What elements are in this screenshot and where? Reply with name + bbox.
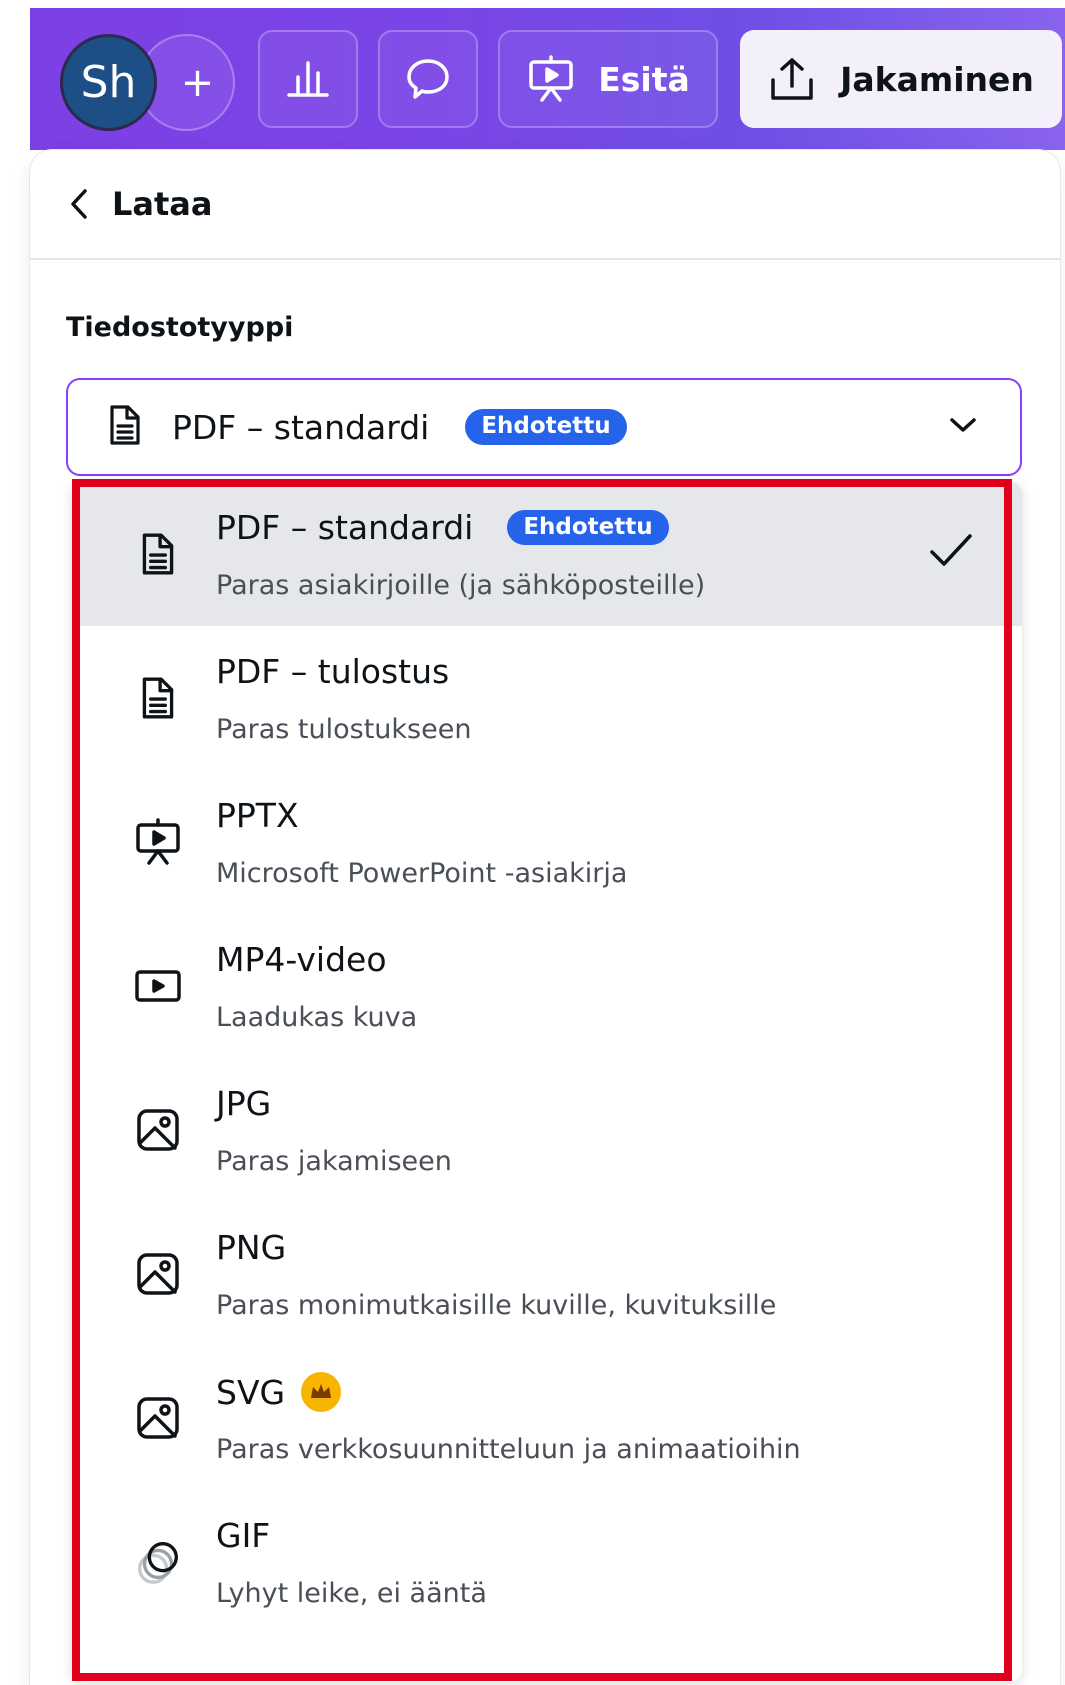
video-icon: [132, 960, 184, 1012]
menu-item-title: MP4-video: [216, 940, 387, 979]
menu-item-pptx[interactable]: PPTX Microsoft PowerPoint -asiakirja: [72, 770, 1022, 914]
menu-item-pdf-print[interactable]: PDF – tulostus Paras tulostukseen: [72, 626, 1022, 770]
check-icon: [928, 532, 974, 574]
insights-button[interactable]: [258, 30, 358, 128]
menu-item-title-text: SVG: [216, 1372, 286, 1412]
document-icon: [108, 403, 142, 451]
comment-icon: [407, 59, 449, 99]
menu-item-title: PDF – standardi Ehdotettu: [216, 508, 669, 547]
comment-button[interactable]: [378, 30, 478, 128]
menu-item-title: PDF – tulostus: [216, 652, 450, 691]
share-button[interactable]: Jakaminen: [740, 30, 1062, 128]
panel-header: Lataa: [30, 150, 1060, 260]
chevron-down-icon: [948, 414, 978, 440]
screen: + Sh Esitä Jakaminen Lataa Tiedostotyypp…: [0, 0, 1065, 1685]
menu-item-desc: Paras verkkosuunnitteluun ja animaatioih…: [216, 1434, 801, 1465]
menu-item-desc: Paras jakamiseen: [216, 1146, 452, 1177]
bar-chart-icon: [287, 61, 329, 97]
suggested-badge: Ehdotettu: [465, 409, 627, 445]
menu-item-desc: Microsoft PowerPoint -asiakirja: [216, 858, 628, 889]
file-type-value: PDF – standardi: [172, 407, 430, 447]
crown-icon: [301, 1372, 342, 1412]
panel-title: Lataa: [112, 185, 213, 223]
menu-item-desc: Laadukas kuva: [216, 1002, 418, 1033]
upload-icon: [771, 58, 813, 100]
menu-item-gif[interactable]: GIF Lyhyt leike, ei ääntä: [72, 1490, 1022, 1634]
menu-item-title: PPTX: [216, 796, 299, 835]
file-type-menu: PDF – standardi Ehdotettu Paras asiakirj…: [72, 482, 1022, 1682]
menu-item-title: JPG: [216, 1084, 272, 1123]
menu-item-title: SVG: [216, 1372, 342, 1412]
presentation-icon: [529, 55, 573, 102]
collaborators-group: + Sh: [30, 20, 240, 140]
menu-item-title-text: PDF – standardi: [216, 508, 474, 547]
menu-item-mp4[interactable]: MP4-video Laadukas kuva: [72, 914, 1022, 1058]
menu-item-png[interactable]: PNG Paras monimutkaisille kuville, kuvit…: [72, 1202, 1022, 1346]
menu-item-desc: Paras asiakirjoille (ja sähköposteille): [216, 570, 706, 601]
menu-item-title: PNG: [216, 1228, 287, 1267]
plus-icon: +: [180, 59, 215, 106]
suggested-badge: Ehdotettu: [507, 509, 669, 546]
chevron-left-icon[interactable]: [68, 187, 90, 221]
file-type-label: Tiedostotyyppi: [66, 312, 294, 343]
menu-item-jpg[interactable]: JPG Paras jakamiseen: [72, 1058, 1022, 1202]
share-label: Jakaminen: [840, 59, 1034, 99]
image-icon: [132, 1104, 184, 1156]
menu-item-pdf-standard[interactable]: PDF – standardi Ehdotettu Paras asiakirj…: [72, 482, 1022, 626]
gif-icon: [132, 1536, 184, 1588]
image-icon: [132, 1392, 184, 1444]
document-icon: [132, 528, 184, 580]
document-icon: [132, 672, 184, 724]
menu-item-desc: Paras tulostukseen: [216, 714, 472, 745]
menu-item-desc: Lyhyt leike, ei ääntä: [216, 1578, 487, 1609]
presentation-icon: [132, 816, 184, 868]
present-button[interactable]: Esitä: [498, 30, 718, 128]
user-avatar[interactable]: Sh: [60, 34, 157, 131]
file-type-select[interactable]: PDF – standardi Ehdotettu: [66, 378, 1022, 476]
menu-item-title: GIF: [216, 1516, 271, 1555]
menu-item-desc: Paras monimutkaisille kuville, kuvituksi…: [216, 1290, 777, 1321]
menu-item-svg[interactable]: SVG Paras verkkosuunnitteluun ja animaat…: [72, 1346, 1022, 1490]
image-icon: [132, 1248, 184, 1300]
present-label: Esitä: [598, 59, 690, 99]
